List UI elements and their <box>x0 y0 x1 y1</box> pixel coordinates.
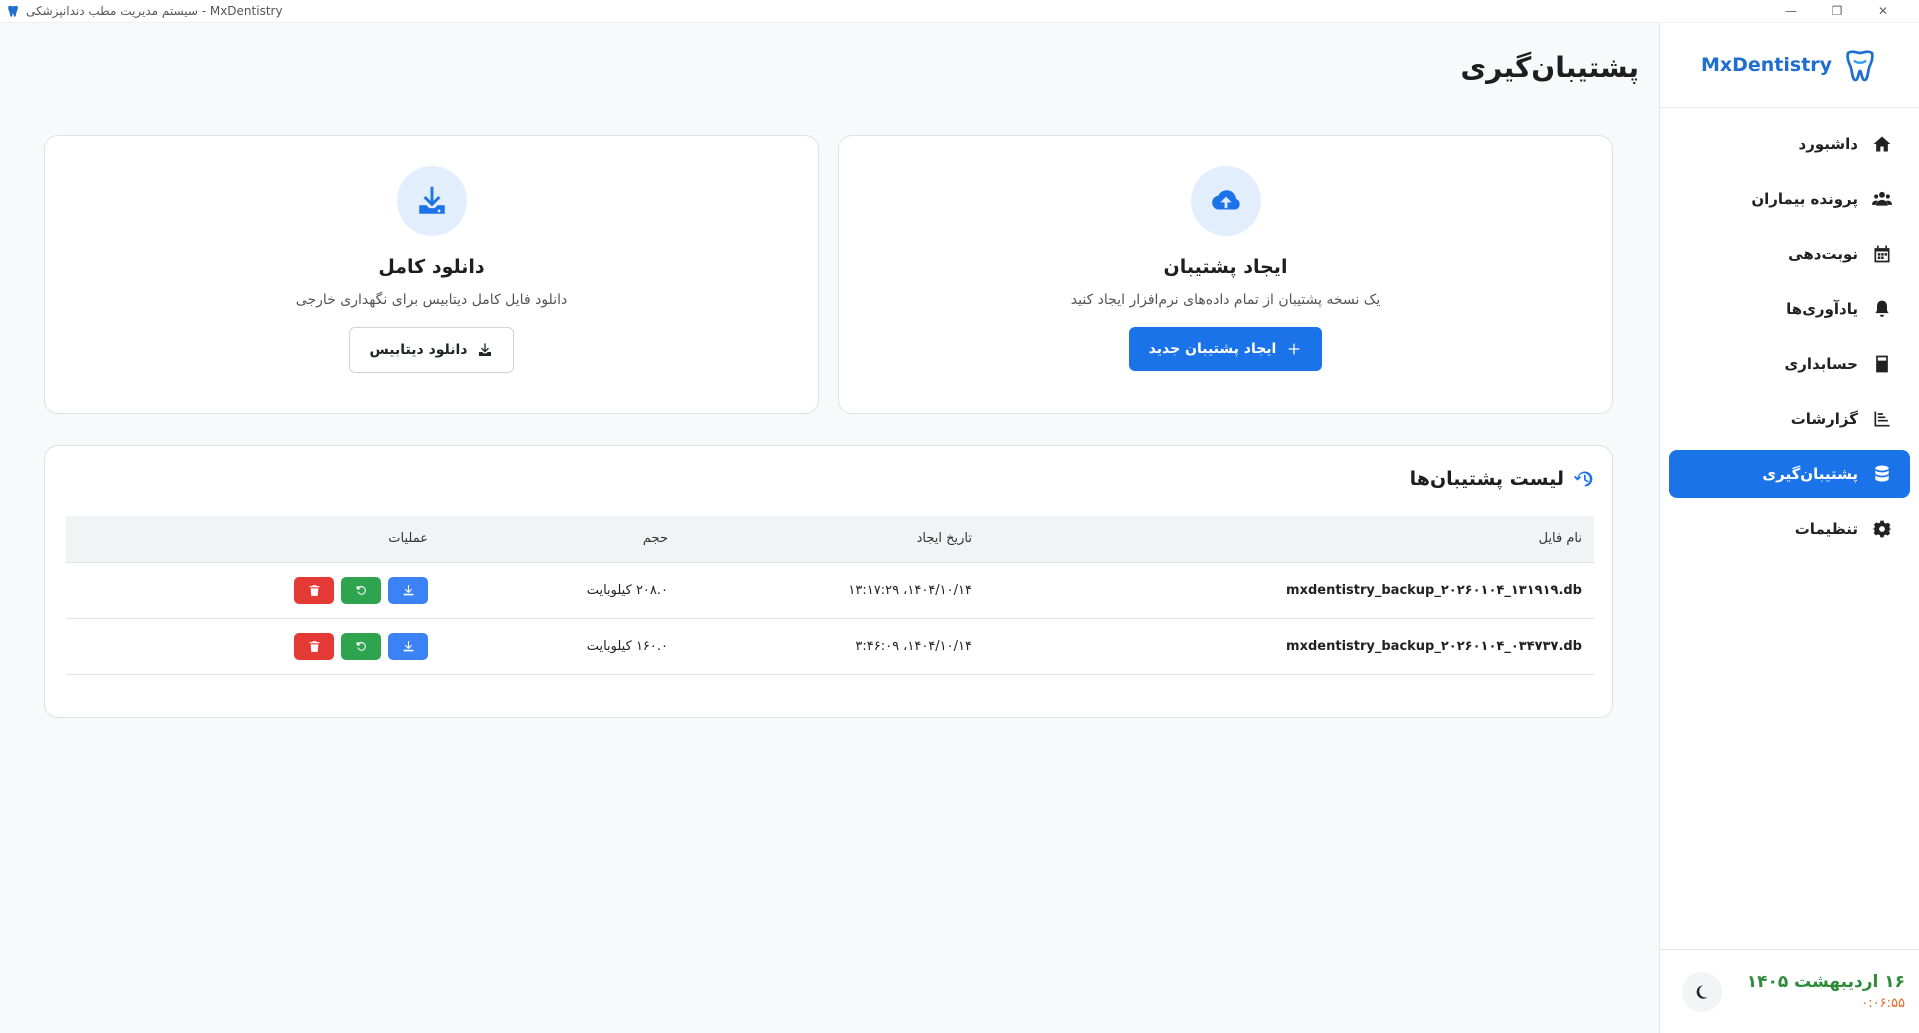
maximize-icon[interactable]: ❐ <box>1827 4 1847 18</box>
backup-operations <box>66 562 440 619</box>
sidebar-item-label: یادآوری‌ها <box>1786 300 1858 318</box>
backup-filename: mxdentistry_backup_۲۰۲۶۰۱۰۴_۱۳۱۹۱۹.db <box>984 562 1594 619</box>
history-icon <box>1574 471 1593 487</box>
calendar-icon <box>1874 245 1890 263</box>
create-backup-title: ایجاد پشتیبان <box>1163 256 1288 278</box>
table-row: mxdentistry_backup_۲۰۲۶۰۱۰۴_۱۳۱۹۱۹.db ۱۴… <box>66 562 1594 619</box>
brand: MxDentistry <box>1660 23 1919 108</box>
download-database-button-label: دانلود دیتابیس <box>369 342 468 358</box>
download-backup-button[interactable] <box>388 576 428 604</box>
download-icon-wrapper <box>396 166 467 236</box>
plus-icon <box>1289 343 1300 355</box>
download-title: دانلود کامل <box>378 256 485 278</box>
sidebar-item-label: داشبورد <box>1798 135 1858 153</box>
sidebar-item-settings[interactable]: تنظیمات <box>1669 505 1910 553</box>
backup-size: ۱۶۰.۰ کیلوبایت <box>440 618 680 675</box>
backups-table: نام فایل تاریخ ایجاد حجم عملیات mxdentis… <box>66 516 1594 675</box>
download-icon <box>403 640 413 651</box>
download-database-button[interactable]: دانلود دیتابیس <box>348 327 515 373</box>
sidebar-footer: ۱۶ اردیبهشت ۱۴۰۵ ۰:۰۶:۵۵ <box>1660 949 1919 1033</box>
sidebar-item-patients[interactable]: پرونده بیماران <box>1669 175 1910 223</box>
sidebar-item-label: نوبت‌دهی <box>1788 245 1858 263</box>
backup-size: ۲۰۸.۰ کیلوبایت <box>440 562 680 619</box>
download-card: دانلود کامل دانلود فایل کامل دیتابیس برا… <box>44 135 819 414</box>
cloud-upload-icon <box>1211 190 1240 210</box>
main-content: پشتیبان‌گیری ایجاد پشتیبان یک نسخه پشتیب… <box>0 23 1659 1033</box>
backup-filename: mxdentistry_backup_۲۰۲۶۰۱۰۴_۰۳۴۷۳۷.db <box>984 618 1594 675</box>
restore-backup-button[interactable] <box>341 632 381 660</box>
moon-icon <box>1696 984 1708 999</box>
sidebar-item-label: تنظیمات <box>1794 520 1858 538</box>
window-title-group: سیستم مدیریت مطب دندانپزشکی - MxDentistr… <box>6 4 283 18</box>
theme-toggle-button[interactable] <box>1682 971 1722 1012</box>
current-date: ۱۶ اردیبهشت ۱۴۰۵ <box>1746 972 1905 992</box>
column-header-size: حجم <box>440 516 680 563</box>
home-icon <box>1873 136 1891 152</box>
chart-icon <box>1874 411 1890 427</box>
minimize-icon[interactable]: — <box>1781 4 1801 18</box>
brand-name: MxDentistry <box>1700 54 1833 76</box>
restore-icon <box>356 641 366 651</box>
users-icon <box>1872 191 1892 206</box>
column-header-filename: نام فایل <box>984 516 1594 563</box>
column-header-created: تاریخ ایجاد <box>680 516 984 563</box>
tooth-logo-icon <box>1846 50 1874 82</box>
sidebar-item-label: گزارشات <box>1790 410 1858 428</box>
title-bar: سیستم مدیریت مطب دندانپزشکی - MxDentistr… <box>0 0 1919 23</box>
sidebar-item-dashboard[interactable]: داشبورد <box>1669 120 1910 168</box>
sidebar-item-accounting[interactable]: حسابداری <box>1669 340 1910 388</box>
current-time: ۰:۰۶:۵۵ <box>1861 996 1905 1011</box>
backups-list-card: لیست پشتیبان‌ها نام فایل تاریخ ایجاد حجم… <box>44 445 1613 718</box>
download-backup-button[interactable] <box>388 632 428 660</box>
database-icon <box>1875 465 1889 482</box>
restore-backup-button[interactable] <box>341 576 381 604</box>
date-display: ۱۶ اردیبهشت ۱۴۰۵ ۰:۰۶:۵۵ <box>1747 972 1905 1011</box>
trash-icon <box>309 640 319 652</box>
backup-date: ۱۴۰۴/۱۰/۱۴، ۱۳:۱۷:۲۹ <box>680 562 984 619</box>
download-icon <box>418 186 445 214</box>
trash-icon <box>309 584 319 596</box>
backup-operations <box>66 618 440 675</box>
delete-backup-button[interactable] <box>294 576 334 604</box>
restore-icon <box>356 585 366 595</box>
sidebar-item-label: حسابداری <box>1784 355 1858 373</box>
sidebar-item-appointments[interactable]: نوبت‌دهی <box>1669 230 1910 278</box>
window-controls: — ❐ ✕ <box>1781 4 1913 18</box>
download-description: دانلود فایل کامل دیتابیس برای نگهداری خا… <box>295 292 568 308</box>
sidebar-item-label: پرونده بیماران <box>1751 190 1858 208</box>
backup-date: ۱۴۰۴/۱۰/۱۴، ۳:۴۶:۰۹ <box>680 618 984 675</box>
gear-icon <box>1872 520 1892 538</box>
sidebar-item-reminders[interactable]: یادآوری‌ها <box>1669 285 1910 333</box>
download-icon <box>403 584 413 595</box>
column-header-operations: عملیات <box>66 516 440 563</box>
table-row: mxdentistry_backup_۲۰۲۶۰۱۰۴_۰۳۴۷۳۷.db ۱۴… <box>66 618 1594 675</box>
app-logo-icon <box>8 5 18 17</box>
create-backup-button[interactable]: ایجاد پشتیبان جدید <box>1128 327 1323 371</box>
page-title: پشتیبان‌گیری <box>1460 51 1640 84</box>
backups-list-header: لیست پشتیبان‌ها <box>1410 468 1594 490</box>
sidebar-item-backup[interactable]: پشتیبان‌گیری <box>1669 450 1910 498</box>
sidebar-item-reports[interactable]: گزارشات <box>1669 395 1910 443</box>
window-title: سیستم مدیریت مطب دندانپزشکی - MxDentistr… <box>26 4 283 18</box>
create-backup-button-label: ایجاد پشتیبان جدید <box>1148 341 1277 357</box>
table-header-row: نام فایل تاریخ ایجاد حجم عملیات <box>66 516 1594 563</box>
sidebar-item-label: پشتیبان‌گیری <box>1762 465 1858 483</box>
sidebar-nav: داشبورد پرونده بیماران نوبت‌دهی یادآوری‌… <box>1660 108 1919 553</box>
download-small-icon <box>479 343 492 356</box>
calculator-icon <box>1876 355 1888 373</box>
delete-backup-button[interactable] <box>294 632 334 660</box>
cloud-upload-icon-wrapper <box>1190 166 1261 236</box>
close-icon[interactable]: ✕ <box>1873 4 1893 18</box>
create-backup-description: یک نسخه پشتیبان از تمام داده‌های نرم‌افز… <box>1070 292 1381 308</box>
backups-list-title: لیست پشتیبان‌ها <box>1409 468 1564 490</box>
bell-icon <box>1875 300 1889 317</box>
sidebar: MxDentistry داشبورد پرونده بیماران نوبت‌… <box>1659 23 1919 1033</box>
create-backup-card: ایجاد پشتیبان یک نسخه پشتیبان از تمام دا… <box>838 135 1613 414</box>
